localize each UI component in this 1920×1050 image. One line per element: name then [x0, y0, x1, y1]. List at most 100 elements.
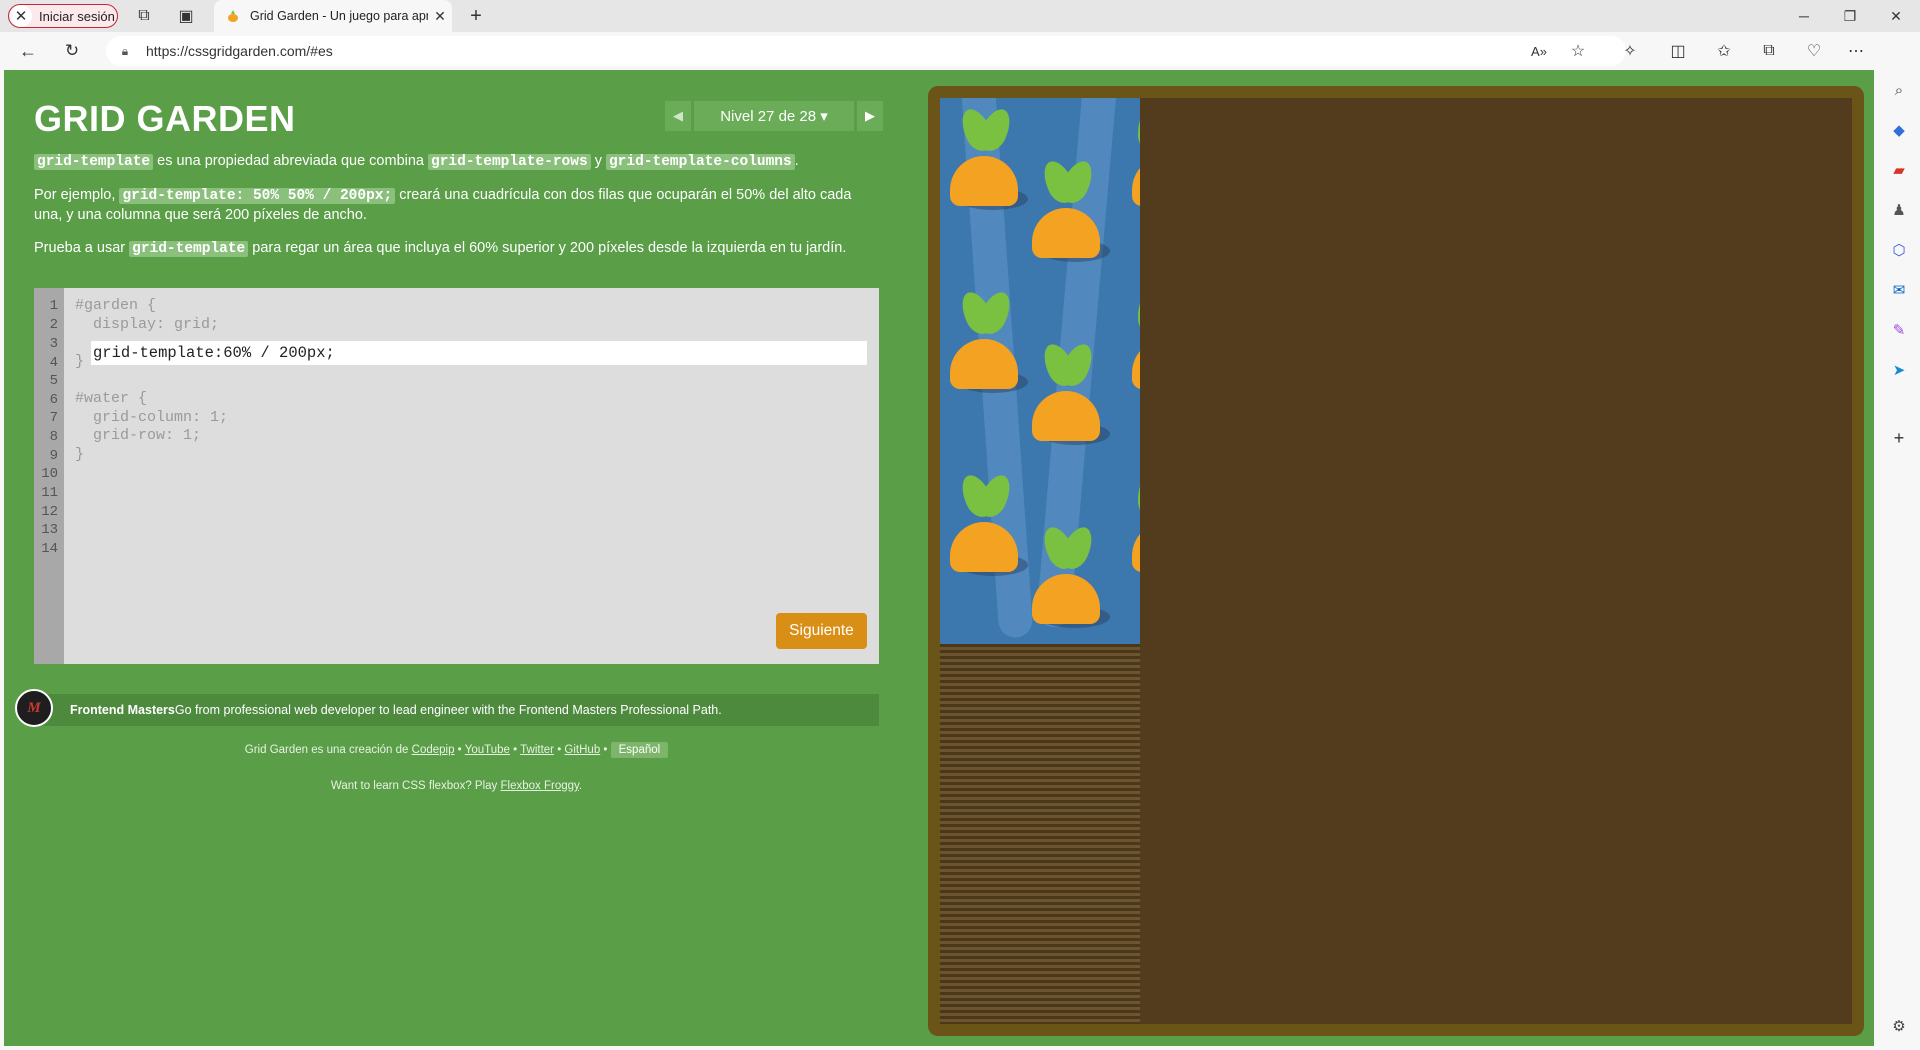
carrot-icon	[1032, 156, 1110, 270]
designer-icon[interactable]: ✎	[1885, 316, 1913, 344]
minimize-icon[interactable]: ─	[1781, 0, 1827, 32]
workspaces-icon[interactable]: ⧉	[130, 2, 158, 30]
next-level-icon[interactable]: ▶	[857, 101, 883, 131]
frontend-masters-logo-icon: M	[15, 689, 53, 727]
separator: •	[509, 744, 521, 756]
promo-text: Go from professional web developer to le…	[174, 703, 722, 717]
youtube-link[interactable]: YouTube	[465, 744, 510, 756]
carrot-icon	[1032, 522, 1110, 636]
instruction-text: y	[590, 153, 606, 169]
back-icon[interactable]: ←	[14, 37, 42, 65]
line-number-gutter: 1 2 3 4 5 6 7 8 9 10 11 12 13 14	[34, 288, 64, 664]
separator: •	[600, 744, 611, 756]
profile-avatar-icon: ✕	[10, 5, 32, 27]
carrot-icon	[1032, 339, 1110, 453]
instruction-text: para regar un área que incluya el 60% su…	[248, 240, 847, 256]
close-window-icon[interactable]: ✕	[1873, 0, 1919, 32]
carrot-icon	[950, 104, 1028, 218]
line-number: 4	[49, 355, 58, 371]
flexbox-promo-line: Want to learn CSS flexbox? Play Flexbox …	[34, 780, 879, 792]
code-tag: grid-template-rows	[428, 154, 591, 170]
close-tab-icon[interactable]: ✕	[428, 8, 452, 25]
shopping-tag-icon[interactable]: ◆	[1885, 116, 1913, 144]
extensions-icon[interactable]: ✧	[1616, 37, 1644, 65]
css-editor: 1 2 3 4 5 6 7 8 9 10 11 12 13 14 #garden…	[34, 288, 879, 664]
read-aloud-icon[interactable]: A»	[1525, 37, 1553, 65]
lock-icon[interactable]: 🔒︎	[116, 44, 134, 59]
code-line: }	[75, 446, 85, 463]
frontend-masters-banner[interactable]: Frontend Masters Go from professional we…	[34, 694, 879, 726]
edge-sidebar: ⌕ ◆ ▰ ♟ ⬡ ✉ ✎ ➤ + ⚙	[1878, 32, 1920, 1050]
level-selector[interactable]: Nivel 27 de 28 ▾	[694, 101, 854, 131]
grid-garden-page: GRID GARDEN ◀ Nivel 27 de 28 ▾ ▶ grid-te…	[4, 70, 1874, 1046]
settings-gear-icon[interactable]: ⚙	[1885, 1012, 1913, 1040]
instruction-text: Por ejemplo,	[34, 187, 120, 203]
profile-button[interactable]: ✕ Iniciar sesión	[8, 4, 118, 28]
split-screen-icon[interactable]: ◫	[1664, 37, 1692, 65]
code-tag: grid-template	[34, 154, 154, 170]
page-title: GRID GARDEN	[34, 98, 296, 139]
credits-text: Grid Garden es una creación de	[244, 744, 412, 756]
games-icon[interactable]: ♟	[1885, 196, 1913, 224]
flexbox-text: .	[578, 780, 583, 792]
instruction-text: es una propiedad abreviada que combina	[153, 153, 429, 169]
carrot-icon	[1132, 474, 1140, 584]
level-navigation: ◀ Nivel 27 de 28 ▾ ▶	[665, 101, 883, 131]
tab-title: Grid Garden - Un juego para apr	[250, 9, 428, 23]
code-line: #garden {	[75, 297, 157, 314]
favorite-star-icon[interactable]: ☆	[1564, 37, 1592, 65]
url-field[interactable]: 🔒︎ https://cssgridgarden.com/#es	[106, 36, 1626, 66]
line-number: 10	[41, 466, 58, 482]
line-number: 3	[49, 336, 58, 352]
separator: •	[554, 744, 565, 756]
garden-frame	[928, 86, 1864, 1036]
favorites-icon[interactable]: ✩	[1710, 37, 1738, 65]
line-number: 14	[41, 541, 58, 557]
search-icon[interactable]: ⌕	[1885, 76, 1913, 104]
carrot-icon	[950, 470, 1028, 584]
flexbox-text: Want to learn CSS flexbox? Play	[330, 780, 501, 792]
carrot-icon	[950, 287, 1028, 401]
tab-actions-icon[interactable]: ▣	[172, 2, 200, 30]
line-number: 1	[49, 298, 58, 314]
address-bar: ← ↻ 🔒︎ https://cssgridgarden.com/#es A» …	[0, 32, 1920, 70]
instruction-text: creará una cuadrícula con dos filas que …	[395, 187, 852, 203]
credits-line: Grid Garden es una creación de Codepip •…	[34, 742, 879, 758]
tools-briefcase-icon[interactable]: ▰	[1885, 156, 1913, 184]
github-link[interactable]: GitHub	[564, 744, 600, 756]
outlook-icon[interactable]: ✉	[1885, 276, 1913, 304]
instruction-paragraph-3: Prueba a usar grid-template para regar u…	[34, 239, 884, 259]
promo-brand: Frontend Masters	[70, 703, 175, 717]
more-menu-icon[interactable]: ⋯	[1842, 37, 1870, 65]
garden	[940, 98, 1852, 1024]
line-number: 8	[49, 429, 58, 445]
tab-bar: ✕ Iniciar sesión ⧉ ▣ Grid Garden - Un ju…	[0, 0, 1920, 32]
instruction-paragraph-2: Por ejemplo, grid-template: 50% 50% / 20…	[34, 186, 884, 225]
language-selector[interactable]: Español	[610, 742, 669, 758]
new-tab-icon[interactable]: +	[462, 2, 490, 30]
css-code-input[interactable]	[91, 341, 867, 365]
restore-icon[interactable]: ❐	[1827, 0, 1873, 32]
code-line: #water {	[75, 390, 148, 407]
browser-essentials-icon[interactable]: ♡	[1800, 37, 1828, 65]
send-icon[interactable]: ➤	[1885, 356, 1913, 384]
refresh-icon[interactable]: ↻	[58, 37, 86, 65]
instruction-text: .	[794, 153, 799, 169]
microsoft-365-icon[interactable]: ⬡	[1885, 236, 1913, 264]
line-number: 13	[41, 522, 58, 538]
line-number: 2	[49, 317, 58, 333]
next-button[interactable]: Siguiente	[776, 613, 867, 649]
carrot-icon	[1132, 291, 1140, 401]
flexbox-froggy-link[interactable]: Flexbox Froggy	[501, 780, 579, 792]
twitter-link[interactable]: Twitter	[520, 744, 554, 756]
collections-icon[interactable]: ⧉	[1755, 37, 1783, 65]
tab-grid-garden[interactable]: Grid Garden - Un juego para apr ✕	[214, 0, 452, 32]
previous-level-icon[interactable]: ◀	[665, 101, 691, 131]
line-number: 5	[49, 373, 58, 389]
line-number: 6	[49, 392, 58, 408]
codepip-link[interactable]: Codepip	[412, 744, 455, 756]
add-sidebar-app-icon[interactable]: +	[1885, 424, 1913, 452]
url-text: https://cssgridgarden.com/#es	[146, 43, 333, 59]
carrot-favicon-icon	[226, 9, 240, 23]
code-line: grid-row: 1;	[75, 427, 202, 444]
